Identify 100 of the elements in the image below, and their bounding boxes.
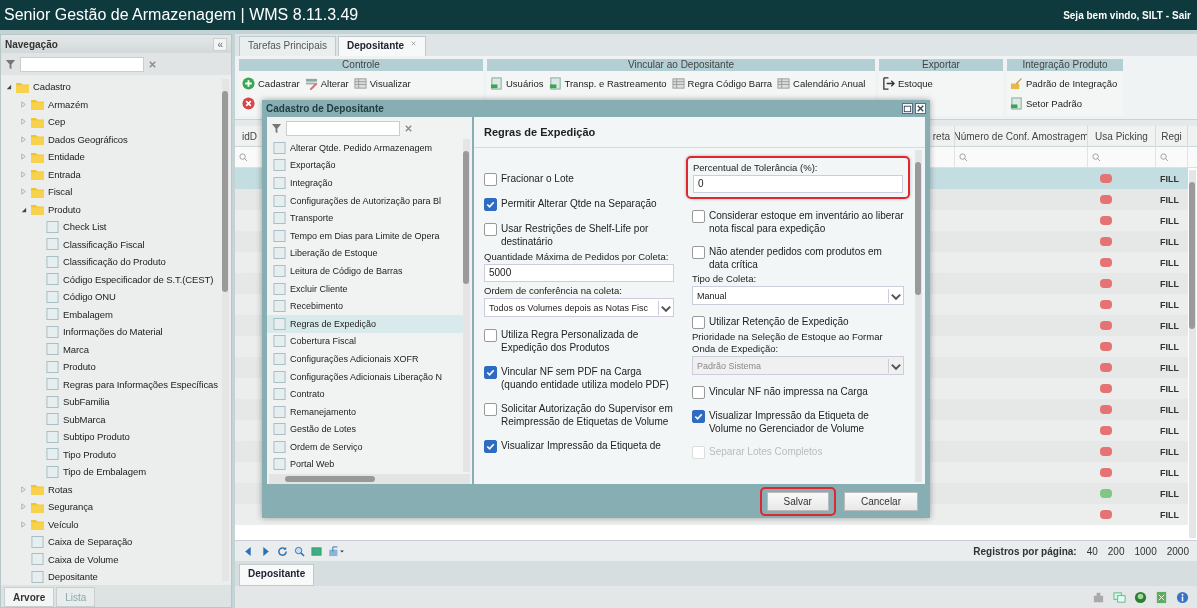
close-icon[interactable] bbox=[915, 103, 926, 114]
list-item[interactable]: Liberação de Estoque bbox=[267, 244, 463, 263]
list-item[interactable]: Leitura de Código de Barras bbox=[267, 262, 463, 280]
list-item[interactable]: Regras de Expedição bbox=[267, 314, 463, 333]
tree-item[interactable]: Cep bbox=[48, 116, 66, 128]
spreadsheet-icon[interactable] bbox=[1155, 590, 1168, 604]
tree-item[interactable]: Embalagem bbox=[63, 308, 113, 320]
filter-icon[interactable] bbox=[5, 58, 16, 70]
tree-item[interactable]: Check List bbox=[63, 221, 107, 233]
toolbar-button[interactable]: Usuários bbox=[506, 77, 544, 89]
next-icon[interactable] bbox=[260, 545, 271, 557]
scrollbar[interactable] bbox=[222, 79, 229, 581]
collapse-button[interactable]: « bbox=[213, 37, 227, 51]
page-size-link[interactable]: 2000 bbox=[1166, 545, 1189, 557]
tree-item[interactable]: Classificação Fiscal bbox=[63, 238, 145, 250]
export-icon[interactable] bbox=[882, 76, 895, 90]
collapsed-arrow-icon[interactable] bbox=[20, 188, 27, 196]
key-icon[interactable] bbox=[1010, 76, 1023, 90]
tree-item[interactable]: Veículo bbox=[48, 518, 79, 530]
tree-item[interactable]: Produto bbox=[63, 361, 96, 373]
dropdown[interactable]: Manual bbox=[692, 286, 904, 305]
globe-icon[interactable] bbox=[1134, 590, 1147, 604]
list-item[interactable]: Integração bbox=[267, 174, 463, 192]
list-item[interactable]: Remanejamento bbox=[267, 402, 463, 421]
list-item[interactable]: Alterar Qtde. Pedido Armazenagem bbox=[267, 139, 463, 157]
windows-icon[interactable] bbox=[1113, 590, 1126, 604]
tree-item[interactable]: Regras para Informações Específicas bbox=[63, 378, 218, 390]
list-item[interactable]: Tempo em Dias para Limite de Opera bbox=[267, 226, 463, 245]
list-item[interactable]: Portal Web bbox=[267, 455, 463, 474]
previous-icon[interactable] bbox=[243, 545, 254, 557]
tree-item[interactable]: Subtipo Produto bbox=[63, 431, 130, 443]
collapsed-arrow-icon[interactable] bbox=[20, 100, 27, 108]
scrollbar[interactable] bbox=[1189, 170, 1196, 538]
tree-item[interactable]: Rotas bbox=[48, 483, 73, 495]
list-item[interactable]: Configurações de Autorização para Bl bbox=[267, 191, 463, 210]
search-icon[interactable] bbox=[1160, 152, 1169, 162]
page-size-link[interactable]: 200 bbox=[1107, 545, 1125, 557]
info-icon[interactable] bbox=[1176, 590, 1189, 604]
tree-item[interactable]: SubFamilia bbox=[63, 396, 110, 408]
dropdown[interactable]: Todos os Volumes depois as Notas Fisc bbox=[484, 298, 674, 317]
collapsed-arrow-icon[interactable] bbox=[20, 503, 27, 511]
refresh-icon[interactable] bbox=[277, 545, 288, 557]
share-icon[interactable] bbox=[328, 545, 345, 557]
list-item[interactable]: Transporte bbox=[267, 209, 463, 227]
tree-item[interactable]: Fiscal bbox=[48, 186, 73, 198]
toolbar-button[interactable]: Regra Código Barra bbox=[687, 77, 773, 89]
checkbox[interactable] bbox=[484, 329, 497, 342]
dialog-button[interactable]: Cancelar bbox=[843, 491, 918, 511]
search-field[interactable] bbox=[286, 120, 400, 136]
checkbox[interactable] bbox=[692, 246, 705, 259]
puzzle-icon[interactable] bbox=[1092, 590, 1105, 604]
tab[interactable]: Depositante bbox=[337, 36, 427, 56]
table-icon[interactable] bbox=[777, 76, 791, 90]
scrollbar[interactable] bbox=[463, 139, 470, 472]
toolbar-button[interactable]: Estoque bbox=[898, 77, 933, 89]
collapsed-arrow-icon[interactable] bbox=[20, 170, 27, 178]
tree-item[interactable]: Código ONU bbox=[63, 291, 116, 303]
toolbar-button[interactable]: Visualizar bbox=[369, 77, 411, 89]
search-icon[interactable] bbox=[294, 545, 305, 557]
logout-link[interactable]: Sair bbox=[1172, 9, 1191, 21]
collapsed-arrow-icon[interactable] bbox=[20, 485, 27, 493]
column-header[interactable]: Regi bbox=[1156, 126, 1188, 146]
tree-item[interactable]: Caixa de Volume bbox=[48, 553, 119, 565]
tree-item[interactable]: Código Especificador de S.T.(CEST) bbox=[63, 273, 214, 285]
toolbar-button[interactable]: Alterar bbox=[320, 77, 349, 89]
clear-icon[interactable] bbox=[404, 123, 413, 133]
tree-item[interactable]: Cadastro bbox=[33, 81, 71, 93]
plus-icon[interactable] bbox=[242, 76, 255, 90]
list-item[interactable]: Excluir Cliente bbox=[267, 279, 463, 298]
tree-item[interactable]: Dados Geográficos bbox=[48, 133, 128, 145]
toolbar-button[interactable]: Cadastrar bbox=[258, 77, 300, 89]
list-item[interactable]: Contrato bbox=[267, 385, 463, 403]
list-item[interactable]: Configurações Adicionais Liberação N bbox=[267, 367, 463, 386]
checkbox[interactable] bbox=[484, 403, 497, 416]
list-item[interactable]: Ordem de Serviço bbox=[267, 438, 463, 456]
tree-item[interactable]: Marca bbox=[63, 343, 89, 355]
scrollbar[interactable] bbox=[269, 474, 470, 484]
tree-item[interactable]: Produto bbox=[48, 203, 81, 215]
list-item[interactable]: Configurações Adicionais XOFR bbox=[267, 350, 463, 368]
collapsed-arrow-icon[interactable] bbox=[20, 520, 27, 528]
checkbox[interactable] bbox=[692, 386, 705, 399]
checkbox[interactable] bbox=[484, 440, 497, 453]
collapsed-arrow-icon[interactable] bbox=[20, 135, 27, 143]
collapsed-arrow-icon[interactable] bbox=[20, 153, 27, 161]
checkbox[interactable] bbox=[692, 316, 705, 329]
tab[interactable]: Tarefas Principais bbox=[239, 36, 336, 56]
tree-item[interactable]: Entrada bbox=[48, 168, 81, 180]
checkbox[interactable] bbox=[484, 366, 497, 379]
expanded-arrow-icon[interactable] bbox=[20, 205, 27, 213]
list-item[interactable]: Cobertura Fiscal bbox=[267, 332, 463, 351]
toolbar-button[interactable]: Transp. e Rastreamento bbox=[564, 77, 667, 89]
checkbox[interactable] bbox=[692, 210, 705, 223]
toolbar-button[interactable]: Padrão de Integração bbox=[1026, 77, 1118, 89]
checkbox[interactable] bbox=[484, 223, 497, 236]
tree-item[interactable]: Armazém bbox=[48, 98, 88, 110]
list-item[interactable]: Gestão de Lotes bbox=[267, 420, 463, 439]
panel-tab[interactable]: Arvore bbox=[4, 587, 55, 607]
scrollbar[interactable] bbox=[915, 150, 922, 482]
checkbox[interactable] bbox=[484, 198, 497, 211]
toolbar-button[interactable]: Setor Padrão bbox=[1026, 97, 1082, 109]
